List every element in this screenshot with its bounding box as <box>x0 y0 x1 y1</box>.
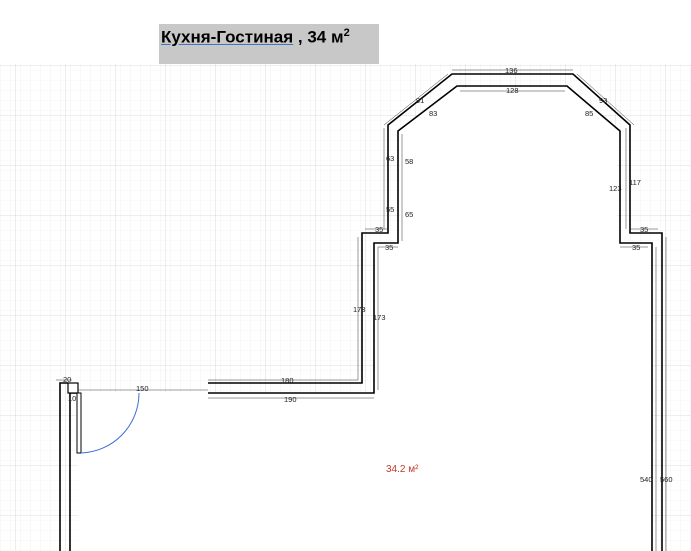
dim-right-upper-inner: 123 <box>609 184 622 193</box>
dim-left-lower-outer: 55 <box>386 205 394 214</box>
dim-door-width: 150 <box>136 384 149 393</box>
dim-horizontal-inner: 190 <box>284 395 297 404</box>
dim-right-long-inner: 540 <box>640 475 653 484</box>
dim-mid-left-outer: 173 <box>353 305 366 314</box>
dim-diag-left-outer: 91 <box>416 96 424 105</box>
dim-diag-right-inner: 85 <box>585 109 593 118</box>
dim-ledge-left-inner: 35 <box>385 243 393 252</box>
room-name: Кухня-Гостиная <box>161 27 294 47</box>
title-area-sup: 2 <box>343 27 350 39</box>
dim-right-upper-outer: 117 <box>629 178 641 187</box>
dim-ledge-left-outer: 35 <box>375 225 383 234</box>
title-area: 34 м <box>307 27 344 47</box>
dim-mid-left-inner: 173 <box>373 313 386 322</box>
dim-ledge-right-outer: 35 <box>640 225 648 234</box>
title-separator: , <box>293 27 308 47</box>
dim-wall-end-inner: 10 <box>68 394 76 403</box>
dim-diag-left-inner: 83 <box>429 109 437 118</box>
page-title: Кухня-Гостиная , 34 м2 <box>161 27 350 48</box>
dim-left-upper-inner: 58 <box>405 157 413 166</box>
floor-plan: 136 128 91 83 93 85 63 58 55 65 35 35 12… <box>0 0 691 551</box>
door-leaf <box>76 392 82 454</box>
dim-left-upper-outer: 63 <box>386 154 394 163</box>
dim-right-long-outer: 560 <box>660 475 673 484</box>
dim-ledge-right-inner: 35 <box>632 243 640 252</box>
door-jamb <box>67 382 79 394</box>
dim-top-inner: 128 <box>506 86 519 95</box>
dim-top-outer: 136 <box>505 66 518 75</box>
dim-wall-end-outer: 20 <box>63 375 71 384</box>
dim-horizontal-outer: 180 <box>281 376 294 385</box>
dim-diag-right-outer: 93 <box>599 96 607 105</box>
room-area-label: 34.2 м² <box>386 464 419 475</box>
dim-left-lower-inner: 65 <box>405 210 413 219</box>
